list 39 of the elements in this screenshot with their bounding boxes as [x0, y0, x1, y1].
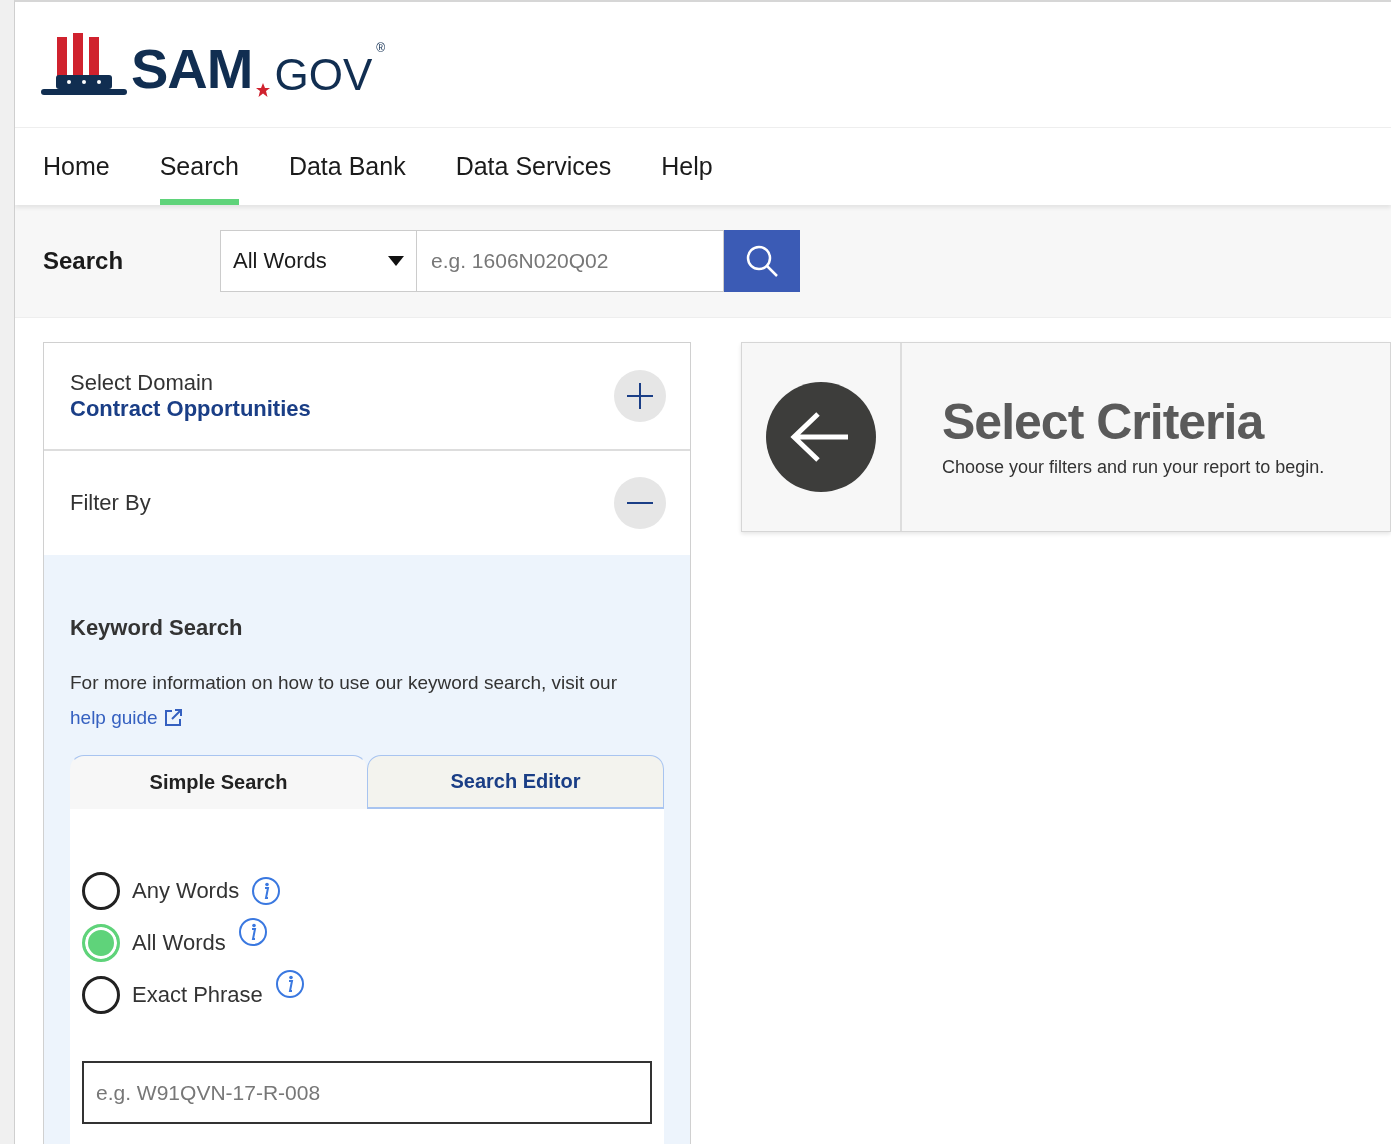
minus-icon — [627, 502, 653, 504]
search-field[interactable]: e.g. 1606N020Q02 — [417, 230, 724, 292]
domain-value: Contract Opportunities — [70, 396, 311, 422]
search-label: Search — [43, 247, 125, 275]
option-label: All Words — [132, 930, 226, 956]
option-label: Exact Phrase — [132, 982, 263, 1008]
search-tab[interactable]: Simple Search — [70, 755, 367, 809]
section-title: Filter By — [70, 490, 151, 516]
nav-tab[interactable]: Data Bank — [288, 128, 406, 205]
info-icon[interactable] — [274, 969, 305, 999]
expand-button[interactable] — [614, 370, 666, 422]
plus-icon — [627, 383, 653, 409]
registered-mark: ® — [376, 40, 386, 55]
top-hat-icon — [41, 32, 127, 97]
radio-button[interactable] — [82, 976, 120, 1014]
radio-button[interactable] — [82, 872, 120, 910]
keyword-field[interactable]: e.g. W91QVN-17-R-008 — [82, 1061, 652, 1124]
criteria-title: Select Criteria — [942, 393, 1266, 451]
info-icon[interactable] — [251, 876, 282, 906]
search-mode-dropdown[interactable]: All Words — [220, 230, 417, 292]
keyword-title: Keyword Search — [70, 615, 244, 641]
help-guide-link[interactable]: help guide — [70, 700, 182, 735]
logo-text: SAM — [131, 40, 253, 97]
star-icon — [256, 82, 271, 97]
nav-tab[interactable]: Home — [43, 128, 110, 205]
nav-tab[interactable]: Data Services — [455, 128, 612, 205]
criteria-subtitle: Choose your filters and run your report to begin. — [942, 457, 1325, 478]
logo-text: GOV — [274, 52, 373, 97]
search-button[interactable] — [724, 230, 800, 292]
option-label: Any Words — [132, 878, 240, 904]
help-text: For more information on how to use our keyword search, visit our help guide — [70, 665, 664, 735]
radio-button[interactable] — [82, 924, 120, 962]
section-title: Select Domain — [70, 370, 215, 396]
search-tab[interactable]: Search Editor — [367, 755, 664, 809]
caret-icon — [388, 256, 404, 266]
nav-tab[interactable]: Help — [661, 128, 713, 205]
search-icon — [744, 243, 780, 279]
info-icon[interactable] — [237, 917, 268, 947]
external-link-icon — [163, 708, 182, 727]
